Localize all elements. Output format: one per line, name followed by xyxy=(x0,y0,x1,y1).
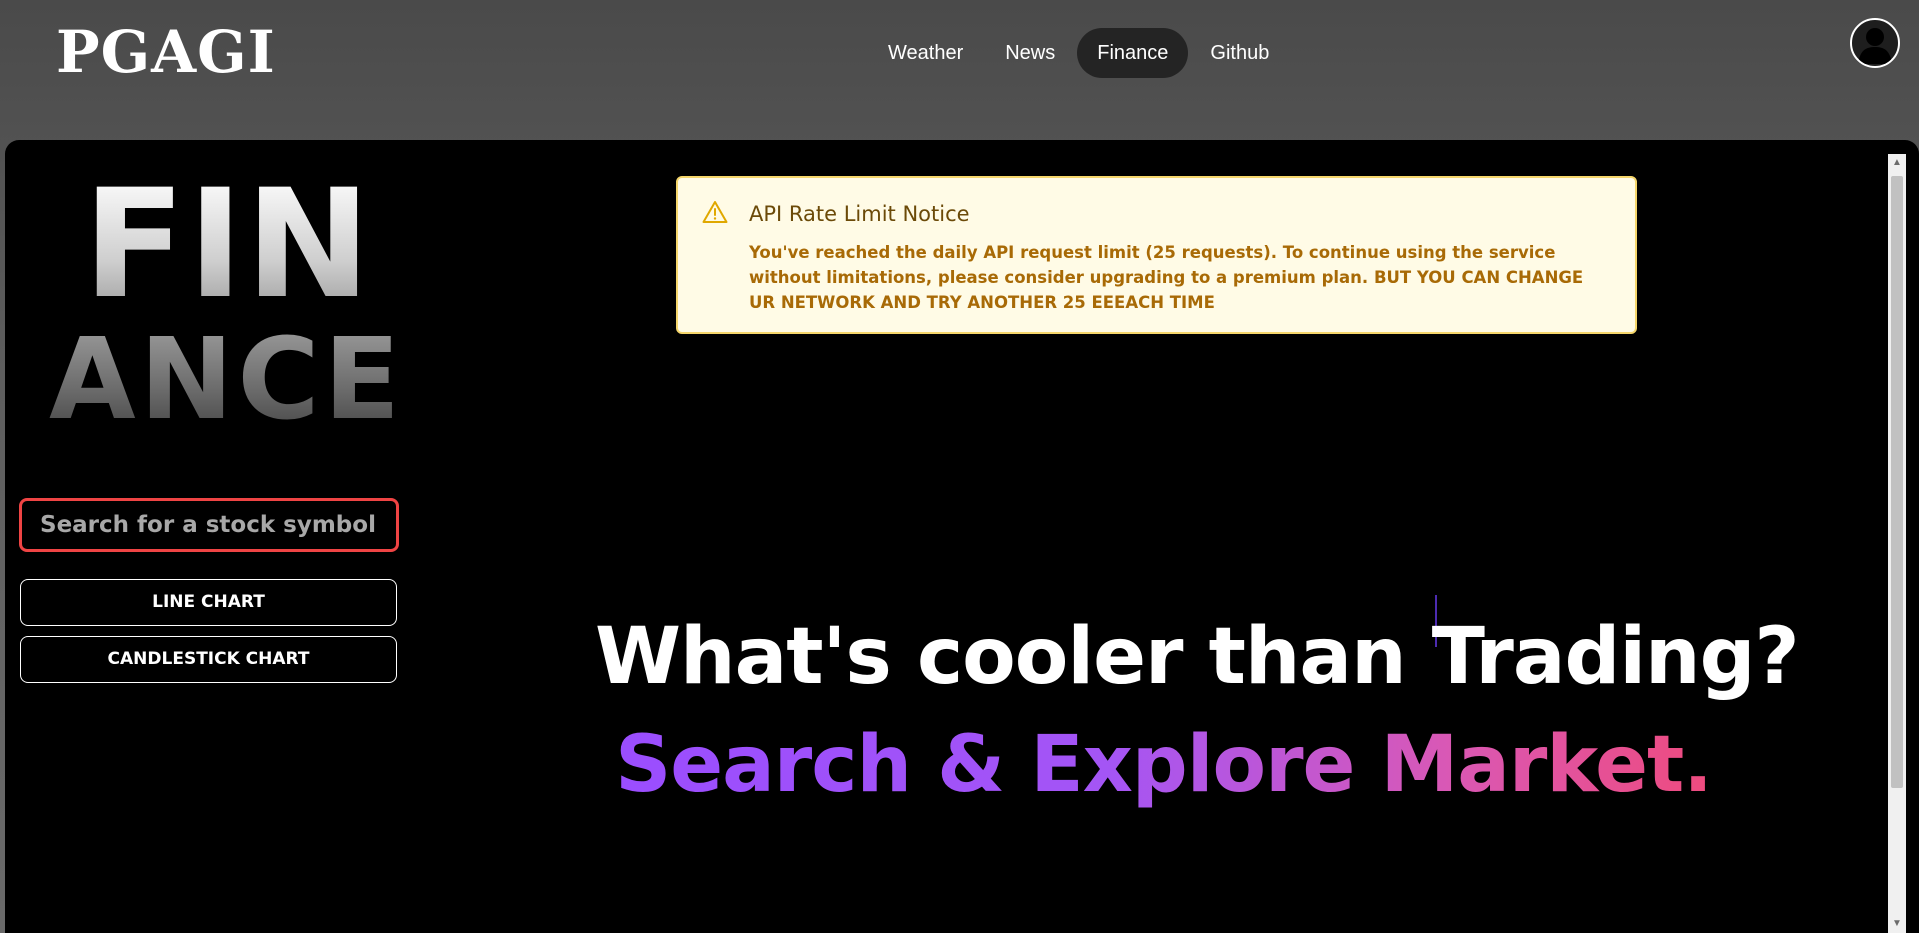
notice-title: API Rate Limit Notice xyxy=(749,202,970,226)
main-nav: Weather News Finance Github xyxy=(868,28,1289,78)
finance-panel: FIN ANCE LINE CHART CANDLESTICK CHART AP… xyxy=(5,140,1919,933)
user-avatar-icon[interactable] xyxy=(1850,18,1900,68)
scroll-up-icon[interactable]: ▲ xyxy=(1888,154,1906,172)
scroll-down-icon[interactable]: ▼ xyxy=(1888,915,1906,933)
hero-heading: What's cooler than Trading? xyxy=(595,612,1800,702)
nav-weather[interactable]: Weather xyxy=(868,28,983,78)
brand-logo[interactable]: PGAGI xyxy=(56,18,276,86)
nav-github[interactable]: Github xyxy=(1190,28,1289,78)
candlestick-chart-button[interactable]: CANDLESTICK CHART xyxy=(20,636,397,683)
hero-subheading: Search & Explore Market. xyxy=(595,720,1732,810)
nav-finance[interactable]: Finance xyxy=(1077,28,1189,78)
scrollbar-thumb[interactable] xyxy=(1891,176,1903,788)
line-chart-button[interactable]: LINE CHART xyxy=(20,579,397,626)
notice-message: You've reached the daily API request lim… xyxy=(749,243,1584,312)
nav-news[interactable]: News xyxy=(985,28,1075,78)
finance-title-top: FIN xyxy=(83,158,373,332)
vertical-scrollbar[interactable]: ▲ ▼ xyxy=(1888,154,1906,933)
api-rate-limit-notice: API Rate Limit Notice You've reached the… xyxy=(676,176,1637,334)
finance-title-bottom: ANCE xyxy=(49,315,405,445)
stock-search-input[interactable] xyxy=(19,498,399,552)
warning-icon xyxy=(702,200,728,224)
top-header: PGAGI Weather News Finance Github xyxy=(0,0,1919,140)
